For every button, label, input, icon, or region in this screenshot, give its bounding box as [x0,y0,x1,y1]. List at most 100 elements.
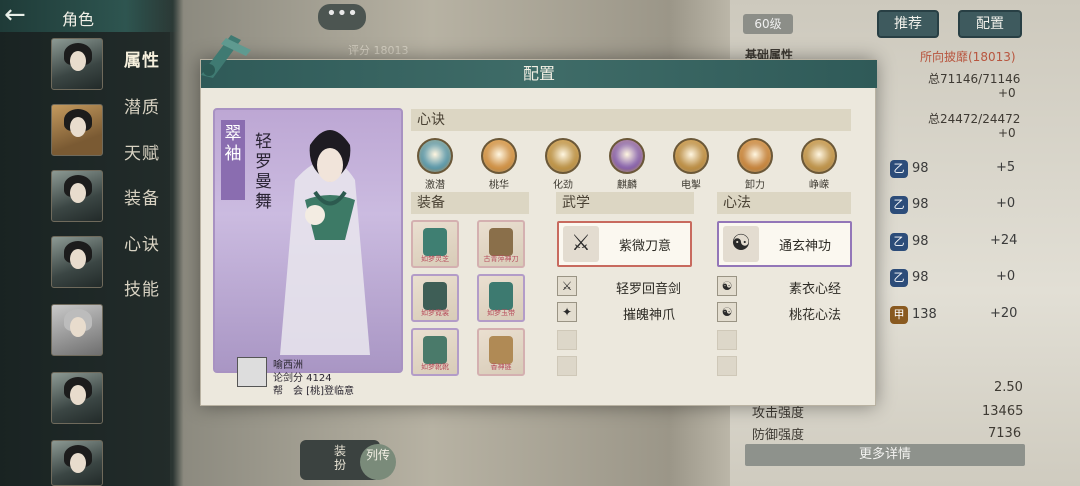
character-card[interactable]: 翠袖 轻罗曼舞 喻西洲 论剑分 4124 帮 会 [桃]登临意 [213,108,403,397]
equipment-label: 香神链 [490,363,512,371]
xinfa-sub-skill[interactable]: 桃花心法 [789,304,841,323]
xinjue-skill-label: 卸力 [745,180,765,191]
equipment-slot[interactable]: 如梦靴靴 [411,328,459,376]
xinjue-skill[interactable]: 麒麟 [607,138,647,191]
xinjue-skill-label: 峥嵘 [809,180,829,191]
empty-slot[interactable] [717,330,737,350]
empty-slot[interactable] [557,356,577,376]
skill-icon[interactable]: ☯ [717,276,737,296]
hp-bonus: +0 [998,86,1016,100]
stat-row: 乙 98 +0 [890,196,1020,216]
card-tag: 翠袖 [221,120,245,200]
skill-icon[interactable]: ⚔ [557,276,577,296]
mp-bonus: +0 [998,126,1016,140]
skill-orb-icon [737,138,773,174]
skill-orb-icon [545,138,581,174]
equipment-label: 如梦霓裳 [421,309,449,317]
nav-jineng[interactable]: 技能 [124,275,168,300]
empty-slot[interactable] [557,330,577,350]
skill-orb-icon [481,138,517,174]
xinjue-section-header: 心诀 [411,109,851,131]
stat-row: 乙 98 +24 [890,233,1020,253]
skill-orb-icon [673,138,709,174]
empty-slot[interactable] [717,356,737,376]
page-title: 角色 [62,10,95,29]
skill-icon[interactable]: ☯ [717,302,737,322]
swordsman-icon: ⚔ [563,226,599,262]
hp-total: 总71146/71146 [928,72,1021,86]
xinjue-skill[interactable]: 电掣 [671,138,711,191]
equipment-icon [489,282,513,310]
nav-zhuangbei[interactable]: 装备 [124,184,168,209]
wuxue-sub-skill[interactable]: 轻罗回音剑 [616,278,681,297]
wuxue-sub-skill[interactable]: 摧魄神爪 [623,304,675,323]
speed-value: 2.50 [994,380,1023,395]
equipment-label: 如梦灵芝 [421,255,449,263]
equipment-slot[interactable]: 古青萍神刀 [477,220,525,268]
xinjue-skill-label: 激潜 [425,180,445,191]
character-portrait[interactable] [51,236,103,288]
xinjue-skill-label: 桃华 [489,180,509,191]
meditation-icon: ☯ [723,226,759,262]
score-strip: 评分 18013 [348,44,409,57]
defense-value: 7136 [988,426,1022,441]
equipment-label: 如梦玉带 [487,309,515,317]
character-portrait[interactable] [51,304,103,356]
wuxue-main-skill[interactable]: ⚔ 紫微刀意 [557,221,692,267]
stat-row: 甲 138 +20 [890,306,1020,326]
nav-xinjue[interactable]: 心诀 [124,230,168,255]
stat-row: 乙 98 +5 [890,160,1020,180]
xinfa-main-skill[interactable]: ☯ 通玄神功 [717,221,852,267]
modal-title: 配置 [522,64,555,83]
stat-level-icon: 乙 [890,160,908,178]
xinfa-sub-skill[interactable]: 素衣心经 [789,278,841,297]
equipment-slot[interactable]: 如梦玉带 [477,274,525,322]
skill-icon[interactable]: ✦ [557,302,577,322]
mp-total: 总24472/24472 [928,112,1021,126]
back-arrow-icon[interactable]: ← [4,2,48,28]
character-portrait[interactable] [51,372,103,424]
xinjue-skill-label: 电掣 [681,180,701,191]
chat-bubble-icon[interactable]: ••• [318,4,366,30]
sword-ornament-icon [191,30,281,80]
equip-grid: 如梦灵芝 古青萍神刀如梦霓裳 如梦玉带如梦靴靴 香神链 [411,220,531,380]
equipment-icon [423,282,447,310]
stat-level-icon: 乙 [890,233,908,251]
xinfa-section-header: 心法 [717,192,851,214]
character-portrait[interactable] [51,104,103,156]
config-button[interactable]: 配置 [958,10,1022,38]
equipment-slot[interactable]: 如梦霓裳 [411,274,459,322]
biography-tab[interactable]: 列传 [360,444,396,480]
nav-shuxing[interactable]: 属性 [124,46,168,71]
equipment-label: 古青萍神刀 [483,255,519,263]
equipment-slot[interactable]: 香神链 [477,328,525,376]
xinjue-skill-label: 麒麟 [617,180,637,191]
equipment-slot[interactable]: 如梦灵芝 [411,220,459,268]
wuxue-section-header: 武学 [556,192,694,214]
modal-title-bar: 配置 [201,60,877,88]
defense-label: 防御强度 [752,428,805,443]
xinjue-skill[interactable]: 桃华 [479,138,519,191]
nav-tianfu[interactable]: 天赋 [124,139,168,164]
character-portrait[interactable] [51,170,103,222]
equip-section-header: 装备 [411,192,529,214]
stat-level-icon: 乙 [890,269,908,287]
xinjue-skill[interactable]: 卸力 [735,138,775,191]
dress-tab[interactable]: 装扮 [334,444,352,472]
xinjue-skill[interactable]: 峥嵘 [799,138,839,191]
more-details-button[interactable]: 更多详情 [745,444,1025,466]
recommend-button[interactable]: 推荐 [877,10,939,38]
level-badge: 60级 [743,14,793,34]
nav-qianzhi[interactable]: 潜质 [124,93,168,118]
base-attr-value: 所向披靡(18013) [920,50,1016,64]
equipment-icon [489,336,513,364]
xinjue-skill[interactable]: 化劲 [543,138,583,191]
skill-orb-icon [801,138,837,174]
xinjue-skill[interactable]: 激潜 [415,138,455,191]
character-portrait[interactable] [51,38,103,90]
stat-level-icon: 乙 [890,196,908,214]
equipment-icon [423,336,447,364]
character-portrait[interactable] [51,440,103,486]
xinjue-row: 激潜 桃华 化劲 麒麟 电掣 卸力 峥嵘 [415,138,845,198]
equipment-icon [489,228,513,256]
